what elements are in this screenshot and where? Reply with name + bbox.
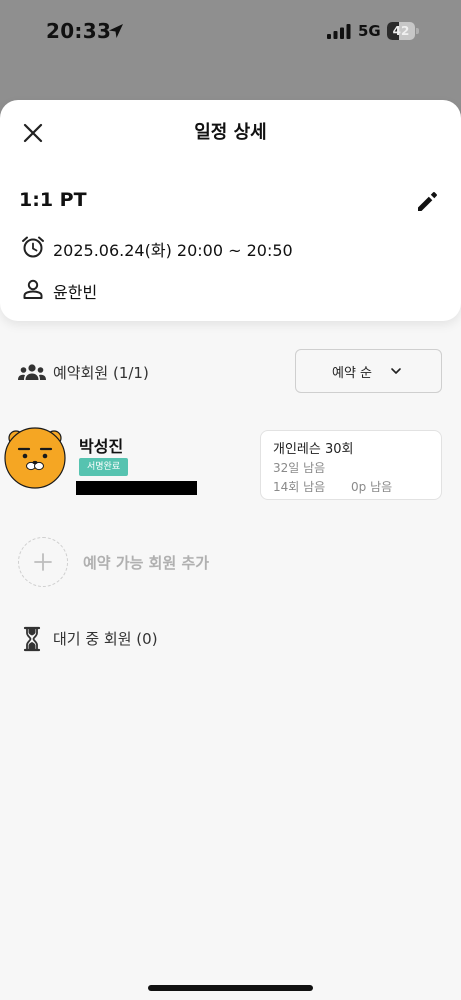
ticket-name: 개인레슨 30회 — [273, 442, 354, 457]
sort-selected-label: 예약 순 — [332, 366, 373, 381]
trainer-name: 윤한빈 — [53, 283, 98, 302]
session-type: 1:1 PT — [19, 189, 87, 211]
add-member-button[interactable] — [18, 537, 68, 587]
sheet-title: 일정 상세 — [194, 122, 267, 143]
battery-icon: 42 — [387, 22, 419, 40]
location-arrow-icon — [109, 24, 123, 38]
schedule-datetime: 2025.06.24(화) 20:00 ~ 20:50 — [53, 241, 293, 260]
hourglass-icon — [23, 626, 41, 652]
home-indicator[interactable] — [148, 985, 313, 991]
status-time: 20:33 — [46, 19, 112, 43]
battery-percent: 42 — [392, 24, 410, 38]
edit-button[interactable] — [413, 186, 443, 216]
chevron-down-icon — [391, 368, 401, 374]
ticket-sessions-left: 14회 남음 — [273, 480, 326, 494]
ticket-days-left: 32일 남음 — [273, 461, 326, 475]
group-icon — [18, 364, 46, 380]
alarm-clock-icon — [22, 236, 44, 258]
sort-dropdown[interactable]: 예약 순 — [295, 349, 442, 393]
member-avatar[interactable] — [2, 424, 68, 490]
signature-status-badge: 서명완료 — [79, 458, 129, 476]
membership-ticket-card[interactable]: 개인레슨 30회 32일 남음 14회 남음 0p 남음 — [260, 430, 442, 500]
status-bar: 20:33 5G 42 — [0, 0, 461, 62]
waiting-members-label: 대기 중 회원 (0) — [53, 630, 158, 648]
plus-icon — [34, 553, 52, 571]
reserved-members-label: 예약회원 (1/1) — [53, 364, 149, 382]
add-member-label[interactable]: 예약 가능 회원 추가 — [83, 552, 209, 573]
person-icon — [23, 279, 43, 299]
redacted-phone — [76, 481, 197, 495]
pencil-icon — [418, 192, 437, 211]
member-name[interactable]: 박성진 — [79, 433, 123, 457]
ticket-points-left: 0p 남음 — [351, 480, 393, 494]
cellular-signal-icon — [327, 24, 351, 39]
network-type: 5G — [358, 22, 381, 40]
